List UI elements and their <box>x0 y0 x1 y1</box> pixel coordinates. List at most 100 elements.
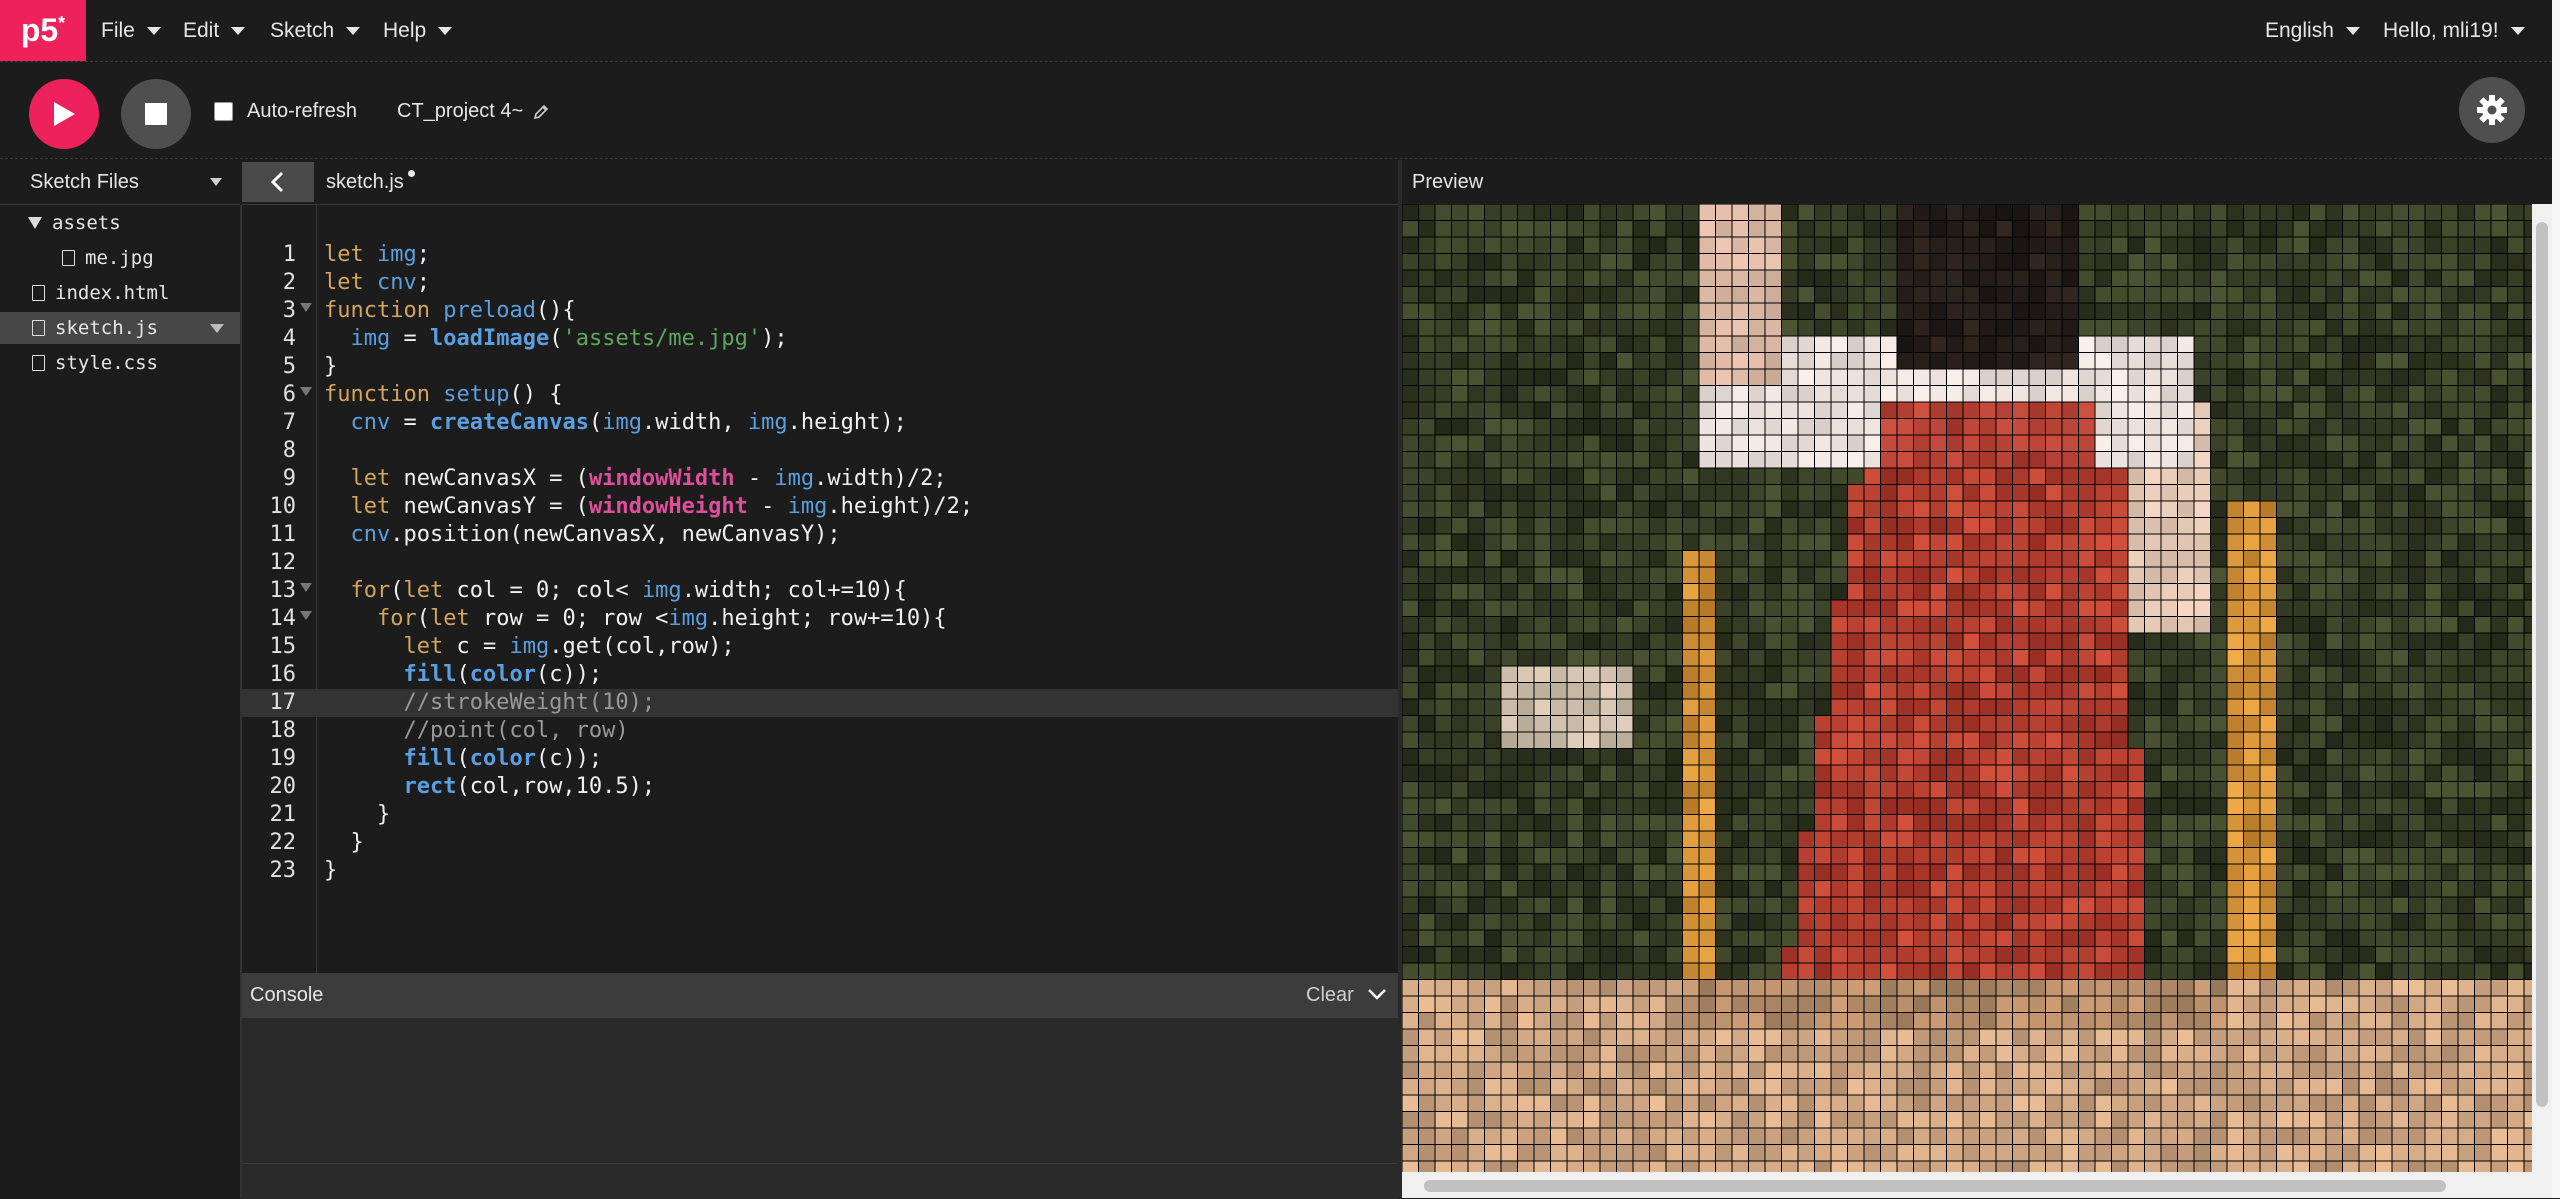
line-number: 5 <box>282 354 296 379</box>
code-line[interactable]: 9 let newCanvasX = (windowWidth - img.wi… <box>242 465 1398 493</box>
file-style-css[interactable]: style.css <box>0 347 240 379</box>
line-number: 19 <box>269 746 297 771</box>
code-text: for(let col = 0; col< img.width; col+=10… <box>350 578 907 603</box>
fold-toggle-icon[interactable] <box>300 303 312 312</box>
code-text: let c = img.get(col,row); <box>403 634 735 659</box>
chevron-left-icon <box>270 171 284 193</box>
pencil-icon[interactable] <box>533 104 549 120</box>
code-line[interactable]: 8 <box>242 437 1398 465</box>
fold-toggle-icon[interactable] <box>300 583 312 592</box>
line-number: 20 <box>269 774 297 799</box>
line-number: 9 <box>282 466 296 491</box>
code-line[interactable]: 7 cnv = createCanvas(img.width, img.heig… <box>242 409 1398 437</box>
code-line[interactable]: 21 } <box>242 801 1398 829</box>
p5-logo[interactable]: p5 * <box>0 0 86 61</box>
code-line[interactable]: 20 rect(col,row,10.5); <box>242 773 1398 801</box>
code-line[interactable]: 4 img = loadImage('assets/me.jpg'); <box>242 325 1398 353</box>
code-text: function setup() { <box>324 382 563 407</box>
code-line[interactable]: 14 for(let row = 0; row <img.height; row… <box>242 605 1398 633</box>
settings-button[interactable] <box>2459 77 2525 143</box>
preview-horizontal-scrollbar[interactable] <box>1402 1172 2552 1198</box>
auto-refresh[interactable]: Auto-refresh <box>214 100 357 123</box>
preview-canvas[interactable] <box>1402 204 2532 1172</box>
line-number: 15 <box>269 634 297 659</box>
code-text: } <box>324 830 364 855</box>
code-text: for(let row = 0; row <img.height; row+=1… <box>376 606 947 631</box>
code-text: fill(color(c)); <box>403 746 603 771</box>
menu-edit[interactable]: Edit <box>183 0 246 61</box>
auto-refresh-label: Auto-refresh <box>247 100 358 122</box>
file-label: sketch.js <box>55 317 158 339</box>
code-line[interactable]: 13 for(let col = 0; col< img.width; col+… <box>242 577 1398 605</box>
code-line[interactable]: 5} <box>242 353 1398 381</box>
scrollbar-thumb[interactable] <box>1424 1180 2446 1192</box>
auto-refresh-checkbox[interactable] <box>214 102 233 121</box>
file-sketch-js[interactable]: sketch.js <box>0 312 240 344</box>
code-line[interactable]: 15 let c = img.get(col,row); <box>242 633 1398 661</box>
line-number: 17 <box>269 690 297 715</box>
line-number: 4 <box>282 326 296 351</box>
code-text: rect(col,row,10.5); <box>403 774 656 799</box>
console-header: Console Clear <box>242 973 1398 1018</box>
menu-sketch[interactable]: Sketch <box>270 0 361 61</box>
file-me-jpg[interactable]: me.jpg <box>0 242 240 274</box>
chevron-down-icon[interactable] <box>210 178 222 186</box>
menu-file[interactable]: File <box>101 0 161 61</box>
code-text: function preload(){ <box>324 298 576 323</box>
file-label: index.html <box>55 282 170 304</box>
code-line[interactable]: 10 let newCanvasY = (windowHeight - img.… <box>242 493 1398 521</box>
menu-help[interactable]: Help <box>383 0 453 61</box>
code-line[interactable]: 17 //strokeWeight(10); <box>242 689 1398 717</box>
collapse-sidebar-button[interactable] <box>242 162 314 202</box>
folder-assets[interactable]: assets <box>0 207 240 239</box>
file-icon <box>32 285 45 301</box>
editor-tab-sketch-js[interactable]: sketch.js <box>326 171 404 194</box>
line-number: 14 <box>269 606 297 631</box>
console-input[interactable] <box>242 1163 1398 1199</box>
folder-triangle-icon[interactable] <box>28 217 42 229</box>
sketch-files-header[interactable]: Sketch Files <box>0 160 240 205</box>
file-icon <box>32 320 45 336</box>
editor-tab-bar: sketch.js <box>242 160 1400 205</box>
preview-vertical-scrollbar[interactable] <box>2532 204 2552 1172</box>
file-options-icon[interactable] <box>210 324 224 333</box>
toolbar: Auto-refresh CT_project 4~ <box>0 62 2552 159</box>
gear-icon <box>2477 95 2507 125</box>
stop-button[interactable] <box>121 79 191 149</box>
language-select[interactable]: English <box>2265 0 2360 61</box>
code-line[interactable]: 6 function setup() { <box>242 381 1398 409</box>
file-label: me.jpg <box>85 247 154 269</box>
play-button[interactable] <box>29 79 99 149</box>
chevron-down-icon[interactable] <box>1366 983 1388 1005</box>
code-line[interactable]: 19 fill(color(c)); <box>242 745 1398 773</box>
code-line[interactable]: 18 //point(col, row) <box>242 717 1398 745</box>
user-menu[interactable]: Hello, mli19! <box>2383 0 2525 61</box>
code-line[interactable]: 23} <box>242 857 1398 885</box>
code-line[interactable]: 22 } <box>242 829 1398 857</box>
file-label: style.css <box>55 352 158 374</box>
file-index-html[interactable]: index.html <box>0 277 240 309</box>
project-name[interactable]: CT_project 4~ <box>397 100 549 123</box>
clear-console-button[interactable]: Clear <box>1306 984 1354 1007</box>
code-text: //strokeWeight(10); <box>324 690 656 715</box>
scrollbar-thumb[interactable] <box>2536 222 2548 1107</box>
fold-toggle-icon[interactable] <box>300 387 312 396</box>
code-line[interactable]: 16 fill(color(c)); <box>242 661 1398 689</box>
preview-title: Preview <box>1412 171 1484 193</box>
line-number: 3 <box>282 298 296 323</box>
caret-down-icon <box>346 26 361 35</box>
preview-header: Preview <box>1402 160 2552 204</box>
code-line[interactable]: 1 let img; <box>242 241 1398 269</box>
code-editor[interactable]: 1 let img; 2 let cnv; 3 function preload(){4 … <box>242 205 1398 973</box>
code-line[interactable]: 11 cnv.position(newCanvasX, newCanvasY); <box>242 521 1398 549</box>
code-text: let newCanvasY = (windowHeight - img.hei… <box>350 494 974 519</box>
fold-toggle-icon[interactable] <box>300 611 312 620</box>
code-line[interactable]: 2 let cnv; <box>242 269 1398 297</box>
caret-down-icon <box>146 26 161 35</box>
line-number: 18 <box>269 718 297 743</box>
code-text: let newCanvasX = (windowWidth - img.widt… <box>350 466 947 491</box>
file-label: assets <box>52 212 121 234</box>
code-line[interactable]: 3 function preload(){ <box>242 297 1398 325</box>
code-line[interactable]: 12 <box>242 549 1398 577</box>
line-number: 10 <box>269 494 297 519</box>
